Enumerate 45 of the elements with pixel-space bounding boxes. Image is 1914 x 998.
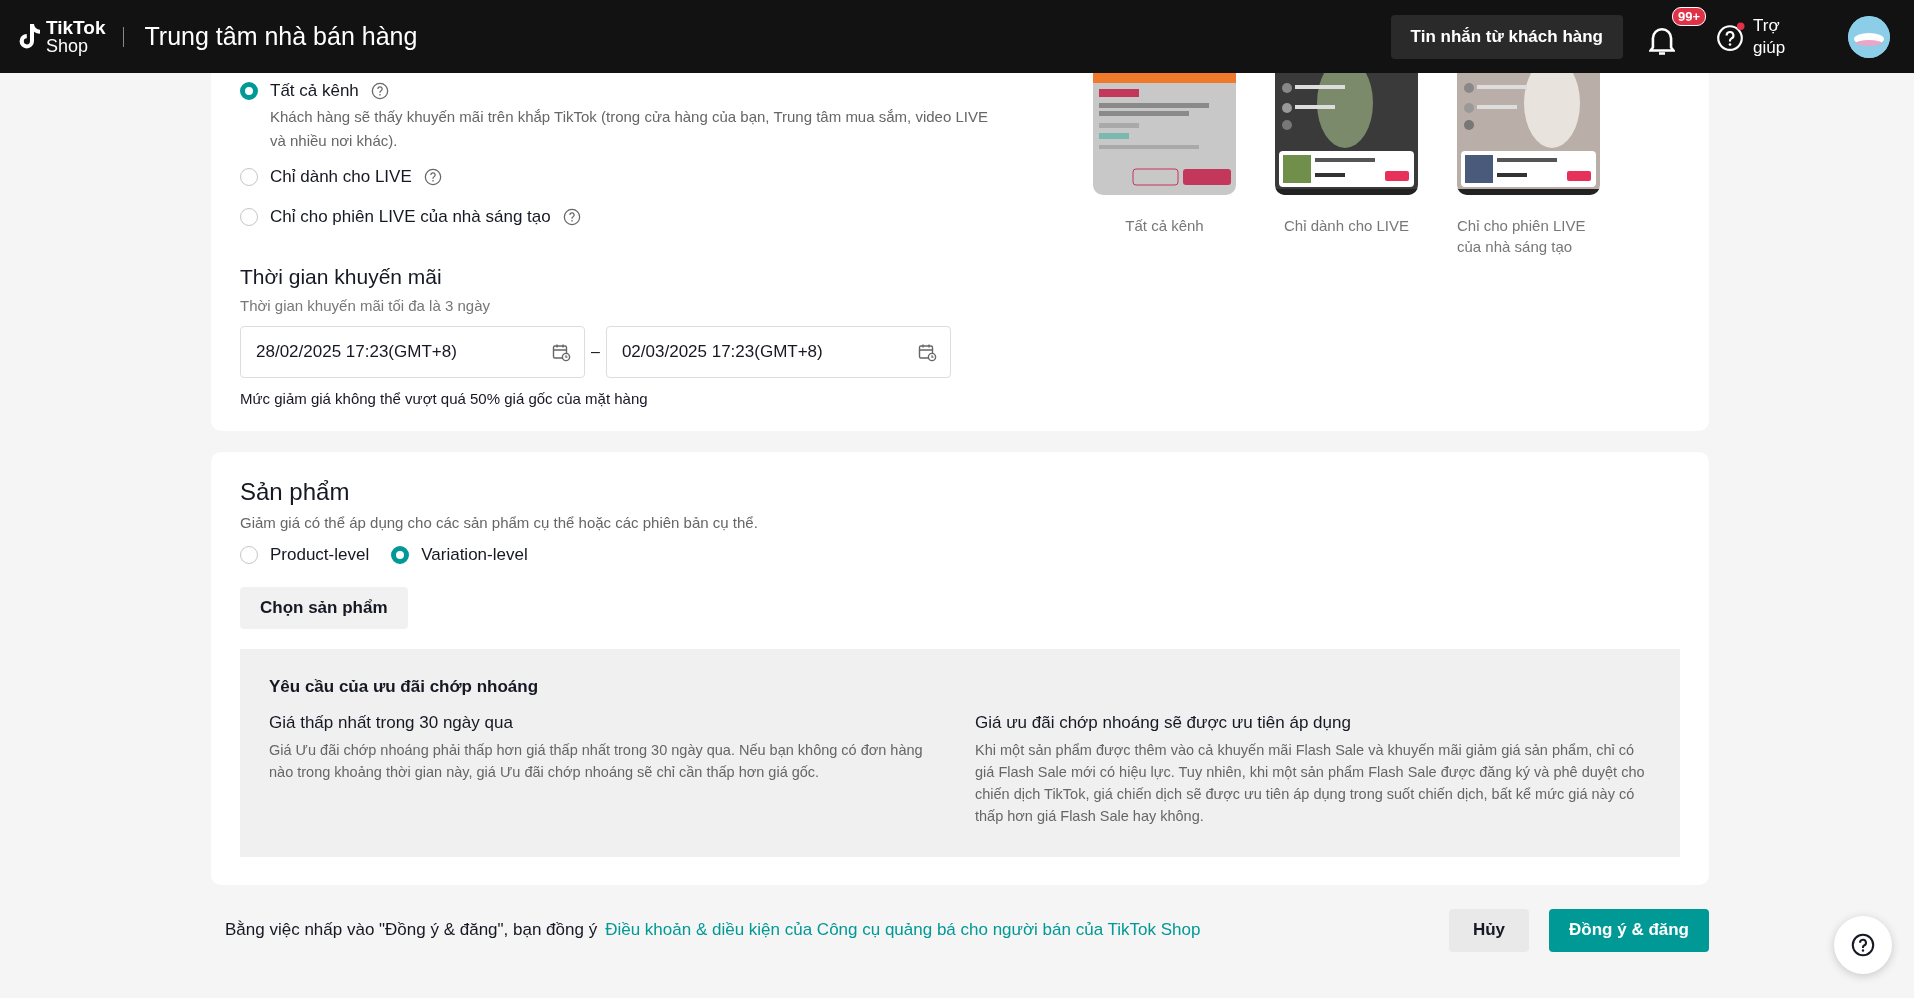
requirement-text: Giá Ưu đãi chớp nhoáng phải thấp hơn giá thấp nhất trong 30 ngày qua. Nếu bạn không có đơn hàng nào trong khoảng thời gian này, giá Ưu đãi chớp nhoáng sẽ chỉ cần thấp hơn giá gốc. bbox=[269, 741, 924, 782]
consent-text: Bằng việc nhấp vào "Đồng ý & đăng", bạn đồng ý bbox=[225, 920, 598, 940]
option-description: Khách hàng sẽ thấy khuyến mãi trên khắp TikTok (trong cửa hàng của bạn, Trung tâm mua sắm, video LIVE và nhiều nơi khác). bbox=[270, 107, 989, 151]
date-field[interactable]: 28/02/2025 17:23(GMT+8) bbox=[240, 326, 585, 378]
logo-text: TikTok bbox=[46, 18, 106, 37]
notification-badge: 99+ bbox=[1672, 6, 1707, 26]
preview-caption: Tất cả kênh bbox=[1124, 216, 1205, 236]
requirement-text: Khi một sản phẩm được thêm vào cả khuyến mãi Flash Sale và khuyến mãi giảm giá sản phẩm, chỉ có giá Flash Sale mới có hiệu lực. Tuy nhiên, khi một sản phẩm Flash Sale được đăng ký và phê duyệt cho chiến dịch TikTok, giá chiến dịch sẽ được ưu tiên áp dụng trong suốt chiến dịch, bất kể mức giá này có thấp hơn giá Flash Sale hay không. bbox=[975, 741, 1646, 826]
help-icon[interactable] bbox=[1715, 21, 1745, 52]
radio-button[interactable] bbox=[240, 208, 258, 226]
logo-text: Shop bbox=[46, 36, 90, 55]
requirement-heading: Giá thấp nhất trong 30 ngày qua bbox=[269, 713, 514, 733]
cancel-button[interactable]: Hủy bbox=[1448, 908, 1530, 952]
confirm-button[interactable]: Đồng ý & đăng bbox=[1549, 908, 1709, 952]
radio-button[interactable] bbox=[391, 546, 410, 564]
option-label[interactable]: Chỉ cho phiên LIVE của nhà sáng tạo bbox=[270, 207, 551, 227]
music-note-icon bbox=[18, 22, 42, 51]
preview-caption: Chỉ cho phiên LIVE của nhà sáng tạo bbox=[1457, 216, 1587, 257]
requirement-heading: Giá ưu đãi chớp nhoáng sẽ được ưu tiên áp dụng bbox=[975, 713, 1352, 733]
option-label[interactable]: Chỉ dành cho LIVE bbox=[270, 167, 412, 187]
date-field[interactable]: 02/03/2025 17:23(GMT+8) bbox=[605, 326, 951, 378]
section-subtitle: Giảm giá có thể áp dụng cho các sản phẩm cụ thể hoặc các phiên bản cụ thể. bbox=[240, 514, 759, 531]
preview-caption: Chỉ dành cho LIVE bbox=[1282, 216, 1411, 236]
choose-products-button[interactable]: Chọn sản phẩm bbox=[240, 587, 408, 629]
help-label[interactable]: Trợ giúp bbox=[1753, 14, 1793, 59]
option-label[interactable]: Tất cả kênh bbox=[270, 81, 359, 101]
messages-button[interactable]: Tin nhắn từ khách hàng bbox=[1390, 14, 1623, 59]
option-label[interactable]: Product-level bbox=[270, 545, 370, 565]
range-separator: – bbox=[591, 343, 600, 361]
radio-button[interactable] bbox=[240, 546, 258, 564]
radio-button[interactable] bbox=[240, 168, 258, 186]
help-icon[interactable] bbox=[1850, 932, 1876, 958]
hint-text: Thời gian khuyến mãi tối đa là 3 ngày bbox=[240, 297, 491, 314]
help-button[interactable] bbox=[1834, 916, 1892, 974]
calendar-icon[interactable] bbox=[551, 342, 571, 362]
option-label[interactable]: Variation-level bbox=[421, 545, 528, 565]
panel-title: Yêu cầu của ưu đãi chớp nhoáng bbox=[269, 677, 540, 697]
note-text: Mức giảm giá không thể vượt quá 50% giá gốc của mặt hàng bbox=[240, 390, 649, 407]
app-title: Trung tâm nhà bán hàng bbox=[144, 22, 418, 51]
section-title: Thời gian khuyến mãi bbox=[240, 265, 443, 289]
section-title: Sản phẩm bbox=[240, 478, 351, 506]
radio-button[interactable] bbox=[240, 82, 258, 100]
avatar[interactable] bbox=[1848, 15, 1890, 58]
bell-icon[interactable] bbox=[1649, 26, 1675, 55]
calendar-icon[interactable] bbox=[916, 342, 937, 362]
